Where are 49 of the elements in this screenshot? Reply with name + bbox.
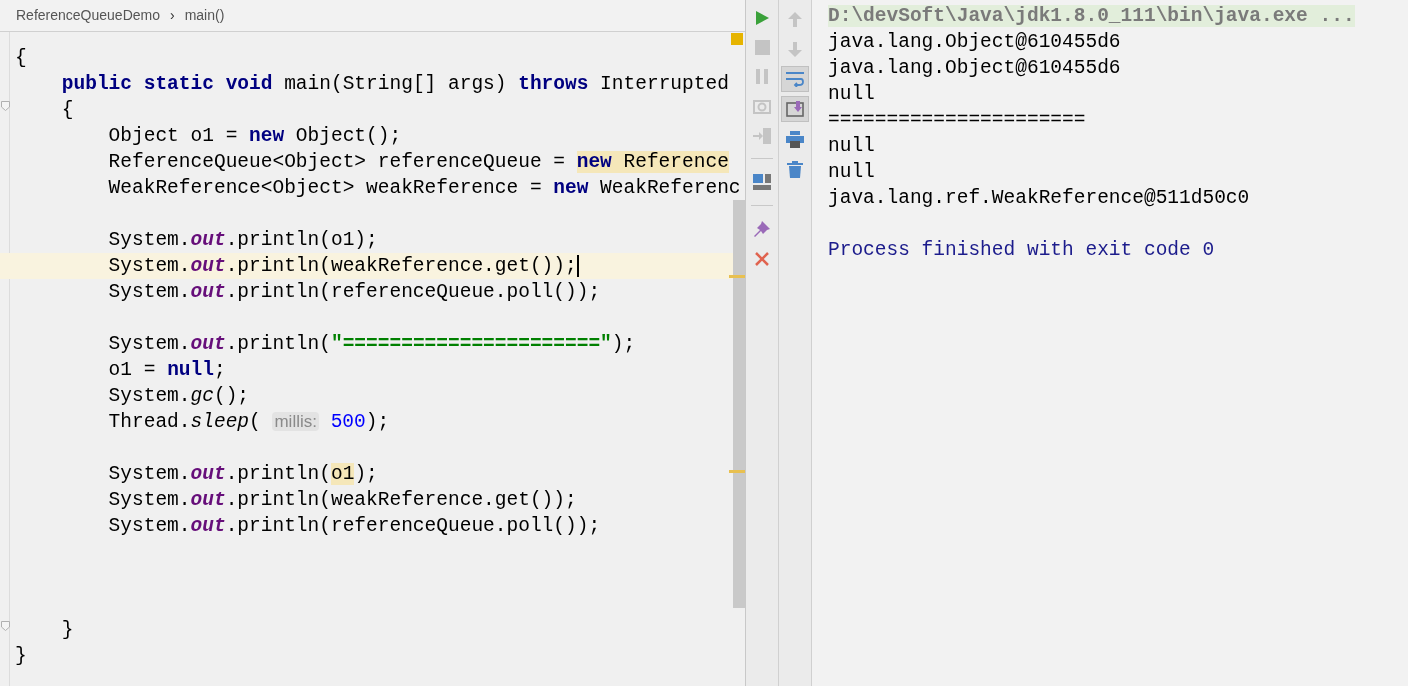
breadcrumb-item[interactable]: main() <box>184 5 225 26</box>
code-line: System.out.println(weakReference.get()); <box>107 488 577 513</box>
code-line: ReferenceQueue<Object> referenceQueue = new Reference <box>107 150 729 175</box>
code-editor[interactable] <box>0 0 746 686</box>
error-stripe-mark <box>729 275 745 278</box>
printer-icon[interactable] <box>786 130 804 148</box>
close-icon[interactable] <box>755 252 769 266</box>
error-stripe-mark <box>729 470 745 473</box>
code-line: WeakReference<Object> weakReference = new WeakReferenc <box>107 176 741 201</box>
breadcrumb-separator: › <box>170 6 175 25</box>
code-line: Object o1 = new Object(); <box>107 124 402 149</box>
parameter-hint: millis: <box>272 412 319 431</box>
breadcrumb-item[interactable]: ReferenceQueueDemo <box>16 5 160 26</box>
console-command: D:\devSoft\Java\jdk1.8.0_111\bin\java.exe ... <box>828 5 1355 27</box>
fold-marker-icon[interactable] <box>1 621 10 631</box>
code-line: { <box>15 46 27 71</box>
usage-highlight: o1 <box>330 463 355 485</box>
console-line: java.lang.Object@610455d6 <box>828 57 1121 79</box>
code-line: } <box>60 618 74 643</box>
layout-icon[interactable] <box>753 173 771 191</box>
code-line: System.out.println(o1); <box>107 228 378 253</box>
console-line: null <box>828 83 875 105</box>
code-line: } <box>15 644 27 669</box>
code-line: System.out.println(referenceQueue.poll()); <box>107 514 601 539</box>
console-line: java.lang.ref.WeakReference@511d50c0 <box>828 187 1250 209</box>
exit-message: Process finished with exit code 0 <box>828 239 1215 261</box>
scrollbar[interactable] <box>733 200 745 608</box>
scroll-to-end-icon[interactable] <box>786 101 804 117</box>
console-line: null <box>828 135 875 157</box>
code-line: System.out.println(o1); <box>107 462 378 487</box>
soft-wrap-icon[interactable] <box>786 71 804 87</box>
console-line: java.lang.Object@610455d6 <box>828 31 1121 53</box>
code-line: o1 = null; <box>107 358 226 383</box>
code-line: { <box>60 98 74 123</box>
code-line: System.gc(); <box>107 384 250 409</box>
pin-icon[interactable] <box>753 220 771 238</box>
fold-marker-icon[interactable] <box>1 101 10 111</box>
code-line: System.out.println("======================"); <box>107 332 636 357</box>
code-line: Thread.sleep( millis: 500); <box>107 410 390 435</box>
trash-icon[interactable] <box>787 160 803 178</box>
inspection-status-icon <box>731 33 743 45</box>
run-icon[interactable] <box>754 10 770 26</box>
console-line: null <box>828 161 875 183</box>
code-line: System.out.println(weakReference.get()); <box>107 254 577 279</box>
text-caret <box>576 255 579 277</box>
code-line: public static void main(String[] args) throws Interrupted <box>60 72 729 97</box>
usage-highlight: new Reference <box>576 151 729 173</box>
code-line: System.out.println(referenceQueue.poll()); <box>107 280 601 305</box>
console-line: ====================== <box>828 109 1086 131</box>
